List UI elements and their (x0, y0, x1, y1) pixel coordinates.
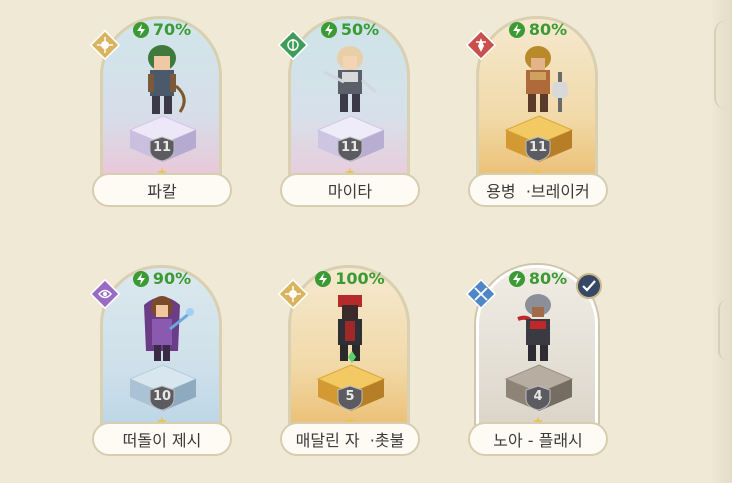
light-element-icon (278, 279, 308, 309)
hero-name: 용병 ·브레이커 (486, 182, 590, 201)
hero-card-maita[interactable]: 50% 11 ★ 마이타 (278, 16, 420, 211)
hero-name: 마이타 (327, 182, 373, 201)
energy-value: 50% (340, 20, 380, 39)
energy-bolt-icon (132, 21, 149, 38)
hero-card-pakal[interactable]: 70% 11 ★ 파칼 (90, 16, 232, 211)
hero-name-plate: 매달린 자 ·촛불 (280, 422, 420, 456)
hero-name-plate: 떠돌이 제시 (92, 422, 232, 456)
hero-name: 매달린 자 ·촛불 (295, 431, 405, 450)
level-value: 4 (533, 389, 543, 404)
hero-name: 파칼 (147, 182, 177, 201)
hero-name-plate: 파칼 (92, 173, 232, 207)
light-element-icon (90, 30, 120, 60)
hero-name-plate: 노아 - 플래시 (468, 422, 608, 456)
hero-card-breaker[interactable]: 80% 11 ★ 용병 ·브레이커 (466, 16, 608, 211)
energy-value: 80% (528, 20, 568, 39)
level-value: 11 (152, 140, 172, 155)
water-element-icon (466, 279, 496, 309)
background-decoration (718, 300, 732, 360)
hero-name-plate: 용병 ·브레이커 (468, 173, 608, 207)
level-value: 11 (340, 140, 360, 155)
level-value: 10 (152, 389, 172, 404)
energy-value: 90% (152, 269, 192, 288)
energy-value: 100% (335, 269, 385, 288)
energy-value: 70% (152, 20, 192, 39)
earth-element-icon (278, 30, 308, 60)
energy-bolt-icon (132, 270, 149, 287)
energy-bolt-icon (508, 21, 525, 38)
selected-check-icon (576, 273, 602, 299)
energy-bolt-icon (320, 21, 337, 38)
hero-card-jessie[interactable]: 90% 10 ★ 떠돌이 제시 (90, 265, 232, 460)
hero-name: 노아 - 플래시 (493, 431, 583, 450)
energy-bolt-icon (315, 270, 332, 287)
energy-bolt-icon (508, 270, 525, 287)
hero-name-plate: 마이타 (280, 173, 420, 207)
level-value: 5 (345, 389, 355, 404)
level-value: 11 (528, 140, 548, 155)
energy-value: 80% (528, 269, 568, 288)
background-decoration (714, 20, 732, 110)
dark-element-icon (90, 279, 120, 309)
hero-card-candle[interactable]: 100% 5 ★ 매달린 자 ·촛불 (278, 265, 420, 460)
hero-name: 떠돌이 제시 (122, 431, 202, 450)
fire-element-icon (466, 30, 496, 60)
hero-card-noah-flash[interactable]: 80% 4 ★ 노아 - 플래시 (466, 265, 608, 460)
